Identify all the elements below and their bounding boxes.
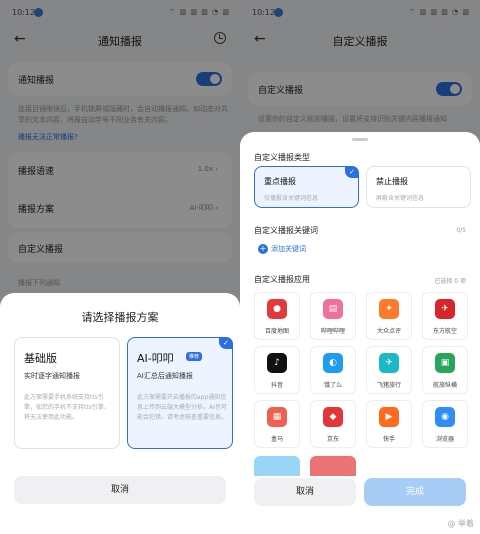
app-tile-partial [254,456,300,476]
type-block-card[interactable]: 禁止播报 屏蔽含关键词信息 [366,166,471,208]
app-tile[interactable]: ◆ 京东 [310,400,356,448]
app-icon: ▦ [267,407,287,427]
app-tile[interactable]: ▤ 哔哩哔哩 [310,292,356,340]
sheet-grabber[interactable] [352,138,368,141]
app-icon: ✈ [379,353,399,373]
app-label: 快手 [382,436,395,443]
app-icon: ◆ [323,407,343,427]
app-tile[interactable]: ✈ 飞猪旅行 [366,346,412,394]
app-label: 盒马 [270,436,283,443]
app-icon: ◐ [323,353,343,373]
right-screen: 10:12 ⌔ ▥ ▥ ▥ ◔ ▥ ← 自定义播报 自定义播报 设置你的自定义规… [240,0,480,534]
type-focus-card[interactable]: 重点播报 仅播报含关键词信息 ✓ [254,166,359,208]
app-icon: ▶ [379,407,399,427]
app-label: 东方航空 [432,328,457,335]
app-label: 抖音 [270,382,283,389]
type-name: 禁止播报 [376,177,408,186]
type-desc: 屏蔽含关键词信息 [376,195,425,202]
plus-icon: + [258,244,268,254]
plan-sheet: 请选择播报方案 基础版 实时逐字通知播报 此方案需要手机系统支持tts引擎，如您… [0,293,240,534]
plan-basic-card[interactable]: 基础版 实时逐字通知播报 此方案需要手机系统支持tts引擎，如您的手机不支持tt… [14,337,120,449]
app-tile[interactable]: ◉ 浏览器 [422,400,468,448]
app-icon: ◉ [435,407,455,427]
watermark: @ 举着 [447,519,474,528]
app-icon: ♪ [267,353,287,373]
add-keyword-button[interactable]: + 添加关键词 [258,244,306,254]
app-label: 浏览器 [435,436,454,443]
custom-sheet: 自定义播报类型 重点播报 仅播报含关键词信息 ✓ 禁止播报 屏蔽含关键词信息 自… [240,132,480,534]
check-icon: ✓ [219,337,233,349]
app-icon: ▤ [323,299,343,319]
plan-desc: 此方案需要开启播报的app通知信息上传到云端大模型分析。AI也可能会犯错，请考虑… [137,394,228,421]
app-label: 京东 [326,436,339,443]
app-icon: ▣ [435,353,455,373]
app-tile[interactable]: ▣ 航旅纵横 [422,346,468,394]
done-button[interactable]: 完成 [364,478,466,506]
keyword-count: 0/5 [456,227,466,234]
plan-ai-card[interactable]: AI-叩叩 推荐 AI汇总后通知播报 此方案需要开启播报的app通知信息上传到云… [127,337,233,449]
cancel-button[interactable]: 取消 [14,476,226,504]
plan-desc: 此方案需要手机系统支持tts引擎，如您的手机不支持tts引擎，将无法使用此功能。 [24,394,110,421]
plan-name: 基础版 [24,352,57,365]
app-tile[interactable]: ▶ 快手 [366,400,412,448]
cancel-button[interactable]: 取消 [254,478,356,506]
plan-sub: 实时逐字通知播报 [24,372,80,380]
app-label: 航旅纵横 [432,382,457,389]
plan-sub: AI汇总后通知播报 [137,372,193,380]
app-tile[interactable]: ▦ 盒马 [254,400,300,448]
sheet-title: 请选择播报方案 [81,311,159,324]
app-label: 飞猪旅行 [376,382,401,389]
app-icon: ● [267,299,287,319]
type-desc: 仅播报含关键词信息 [264,195,319,202]
app-tile[interactable]: ● 百度地图 [254,292,300,340]
app-tile[interactable]: ✈ 东方航空 [422,292,468,340]
recommend-badge: 推荐 [186,352,203,361]
left-screen: 10:12 ⌔ ▥ ▥ ▥ ◔ ▥ ← 通知播报 通知播报 连接目镜眼镜后，手机… [0,0,240,534]
app-tile-partial [310,456,356,476]
app-tile[interactable]: ✦ 大众点评 [366,292,412,340]
app-tile[interactable]: ♪ 抖音 [254,346,300,394]
keyword-section-title: 自定义播报关键词 [254,226,318,235]
app-icon: ✦ [379,299,399,319]
plan-name: AI-叩叩 [137,352,174,365]
app-section-title: 自定义播报应用 [254,275,310,284]
app-label: 大众点评 [376,328,401,335]
check-icon: ✓ [345,166,359,178]
app-label: 百度地图 [264,328,289,335]
app-tile[interactable]: ◐ 饿了么 [310,346,356,394]
type-section-title: 自定义播报类型 [254,153,310,162]
type-name: 重点播报 [264,177,296,186]
app-icon: ✈ [435,299,455,319]
app-label: 哔哩哔哩 [320,328,345,335]
add-keyword-label: 添加关键词 [271,245,306,253]
app-count: 已选择 0 项 [434,278,466,285]
app-label: 饿了么 [323,382,342,389]
